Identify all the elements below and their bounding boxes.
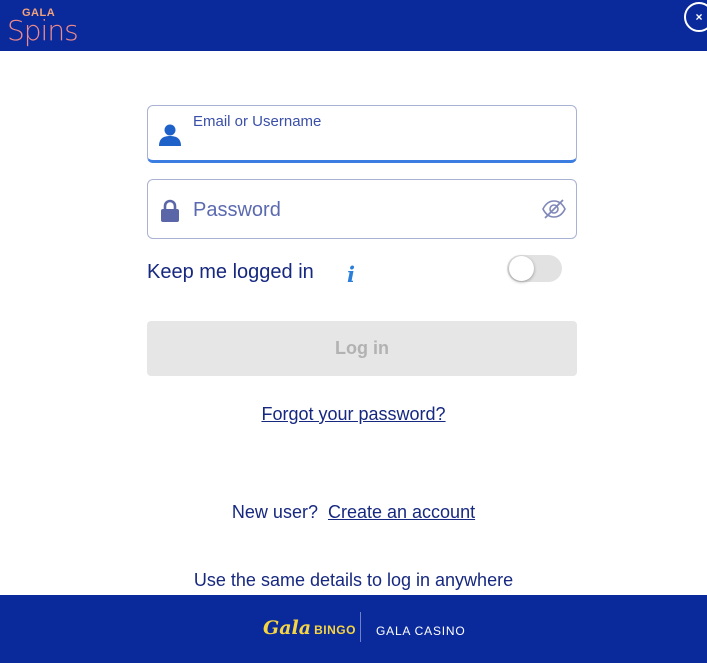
- header-bar: GALA Spins ×: [0, 0, 707, 51]
- forgot-password-link[interactable]: Forgot your password?: [261, 404, 445, 424]
- email-field-label: Email or Username: [193, 113, 322, 130]
- close-icon[interactable]: ×: [695, 10, 702, 24]
- eye-slash-icon[interactable]: [542, 197, 566, 221]
- new-user-prompt: New user?: [231, 502, 318, 522]
- lock-icon: [161, 199, 179, 222]
- footer-divider: [360, 612, 361, 642]
- new-user-row: New user? Create an account: [0, 502, 707, 523]
- keep-logged-in-label: Keep me logged in: [147, 261, 314, 283]
- toggle-knob: [509, 256, 534, 281]
- logo-spins-text: Spins: [7, 14, 79, 47]
- close-button[interactable]: ×: [684, 2, 707, 32]
- forgot-password-row: Forgot your password?: [0, 404, 707, 425]
- user-icon: [159, 124, 181, 146]
- bingo-word-text: BINGO: [314, 623, 356, 637]
- password-input[interactable]: [193, 197, 533, 223]
- info-icon[interactable]: i: [347, 262, 355, 287]
- gala-bingo-logo[interactable]: Gala BINGO: [263, 617, 356, 641]
- email-input[interactable]: [193, 134, 553, 156]
- password-field[interactable]: [147, 179, 577, 239]
- bingo-brand-text: Gala: [263, 617, 312, 639]
- footer-bar: Gala BINGO GALA CASINO: [0, 595, 707, 663]
- create-account-link[interactable]: Create an account: [328, 502, 475, 522]
- gala-spins-logo[interactable]: GALA Spins: [7, 5, 87, 47]
- keep-logged-in-toggle[interactable]: [507, 255, 562, 282]
- email-field[interactable]: Email or Username: [147, 105, 577, 163]
- same-details-text: Use the same details to log in anywhere: [193, 570, 514, 590]
- gala-casino-logo[interactable]: GALA CASINO: [376, 624, 466, 638]
- login-button[interactable]: Log in: [147, 321, 577, 376]
